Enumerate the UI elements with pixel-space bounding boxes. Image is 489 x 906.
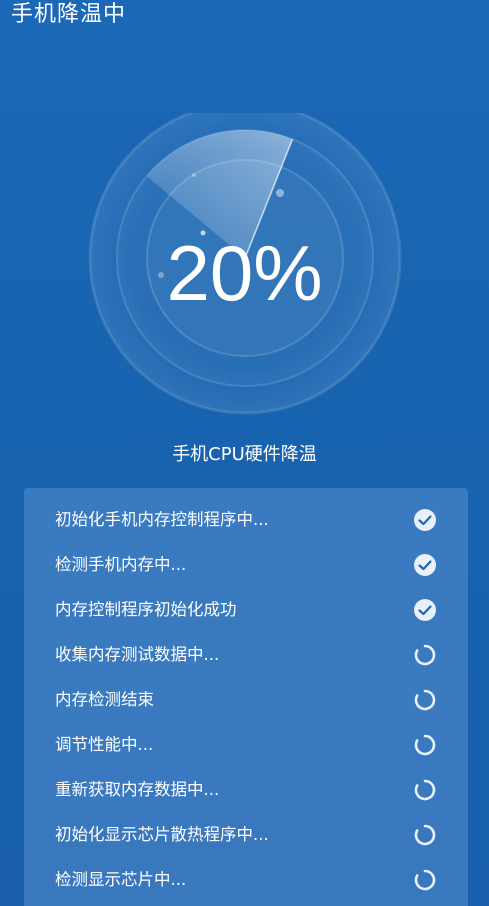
task-item: 检测显示芯片中... [24, 858, 468, 903]
task-label: 重新获取内存数据中... [55, 780, 220, 799]
app-screen: 手机降温中 20% 手机CPU硬件降温 初始化手机内存控制程序中... 检测手机… [0, 0, 489, 906]
task-label: 初始化手机内存控制程序中... [55, 510, 269, 529]
loading-spinner-icon [413, 868, 437, 892]
page-title: 手机降温中 [11, 2, 127, 27]
task-label: 调节性能中... [55, 735, 154, 754]
task-label: 内存检测结束 [55, 690, 154, 709]
task-label: 收集内存测试数据中... [55, 645, 220, 664]
task-label: 初始化显示芯片散热程序中... [55, 825, 269, 844]
task-label: 检测显示芯片中... [55, 870, 187, 889]
task-item: 检测手机内存中... [24, 543, 468, 588]
progress-percent: 20% [166, 229, 323, 317]
loading-spinner-icon [413, 733, 437, 757]
gauge-dot [276, 189, 284, 197]
task-label: 内存控制程序初始化成功 [55, 600, 237, 619]
task-item: 收集内存测试数据中... [24, 633, 468, 678]
task-item: 初始化显示芯片散热程序中... [24, 813, 468, 858]
gauge-dot [192, 173, 196, 177]
loading-spinner-icon [413, 688, 437, 712]
loading-spinner-icon [413, 823, 437, 847]
loading-spinner-icon [413, 778, 437, 802]
task-item: 调节性能中... [24, 723, 468, 768]
task-item: 重新获取内存数据中... [24, 768, 468, 813]
task-item: 初始化手机内存控制程序中... [24, 498, 468, 543]
task-item: 内存控制程序初始化成功 [24, 588, 468, 633]
task-item: 内存检测结束 [24, 678, 468, 723]
check-circle-icon [413, 553, 437, 577]
task-label: 检测手机内存中... [55, 555, 187, 574]
check-circle-icon [413, 598, 437, 622]
cooling-subtitle: 手机CPU硬件降温 [172, 444, 317, 465]
loading-spinner-icon [413, 643, 437, 667]
task-list-panel: 初始化手机内存控制程序中... 检测手机内存中... 内存控制程序初始化成功 收集内存… [24, 488, 468, 906]
check-circle-icon [413, 508, 437, 532]
